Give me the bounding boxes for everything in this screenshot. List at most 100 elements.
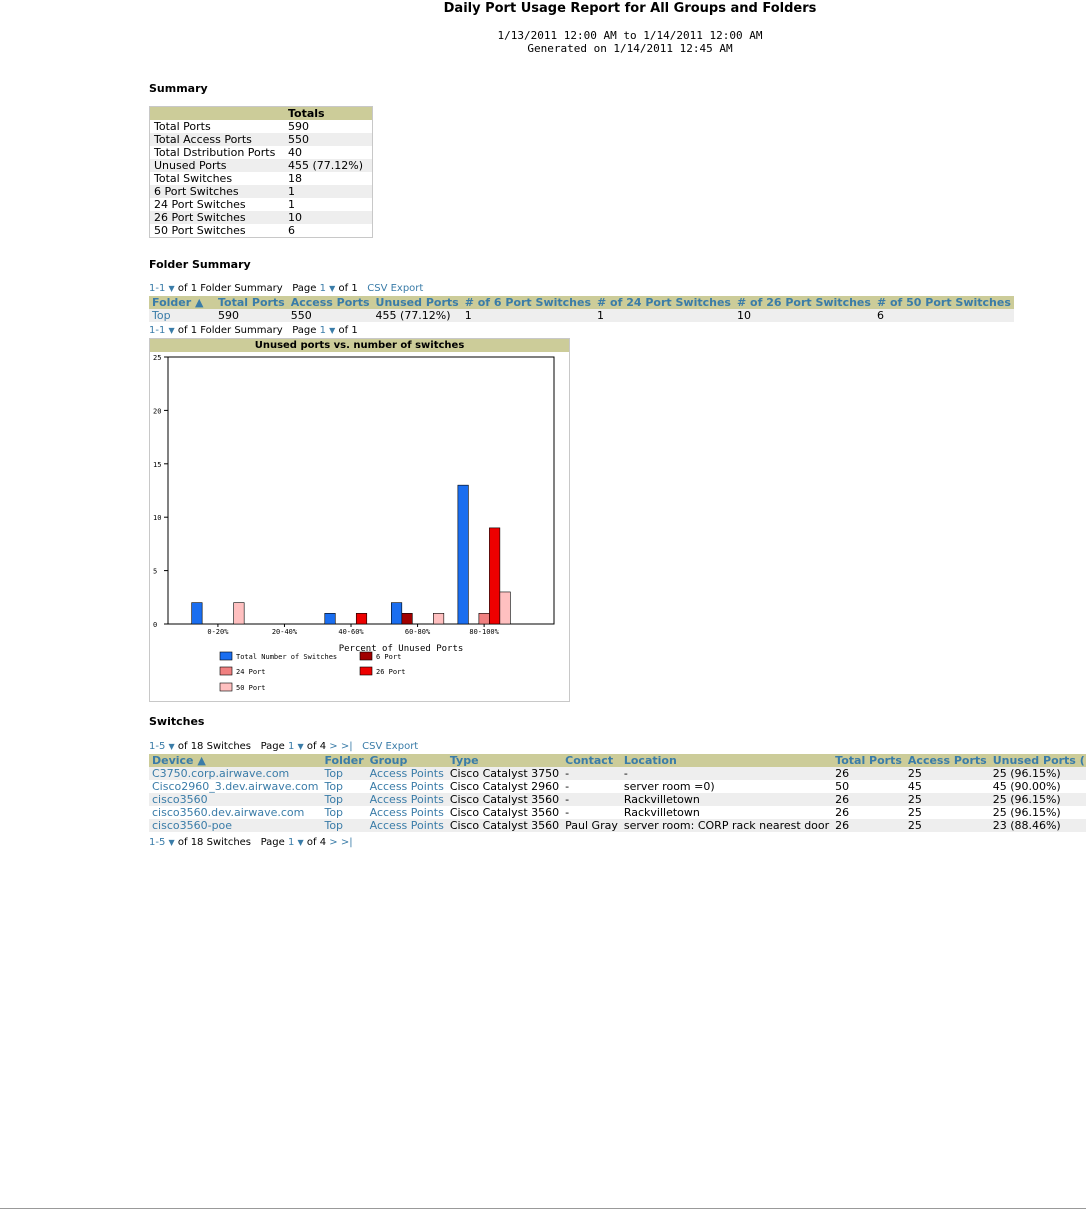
folder-col-header[interactable]: # of 26 Port Switches bbox=[733, 296, 874, 309]
legend-swatch bbox=[359, 666, 373, 676]
switch-row: cisco3560 Top Access Points Cisco Catalyst … bbox=[149, 793, 1086, 806]
folder-range-select[interactable]: 1-1 ▼ bbox=[149, 283, 175, 294]
summary-label: Total Access Ports bbox=[149, 133, 284, 146]
summary-row: Total Switches 18 bbox=[150, 172, 373, 185]
folder-col-header[interactable]: # of 50 Port Switches bbox=[873, 296, 1014, 309]
folder-link[interactable]: Top bbox=[149, 309, 215, 322]
x-tick-label: 60-80% bbox=[405, 628, 431, 636]
folder-col-header[interactable]: Access Ports bbox=[287, 296, 373, 309]
bar bbox=[355, 613, 368, 625]
folder-col-header[interactable]: Unused Ports bbox=[372, 296, 462, 309]
folder-cell: 550 bbox=[287, 309, 373, 322]
summary-row: 24 Port Switches 1 bbox=[150, 198, 373, 211]
device-link[interactable]: cisco3560 bbox=[149, 793, 322, 806]
switches-range-select[interactable]: 1-5 ▼ bbox=[149, 741, 175, 752]
summary-row: Unused Ports 455 (77.12%) bbox=[149, 159, 373, 172]
folder-cell: 590 bbox=[215, 309, 288, 322]
summary-value: 455 (77.12%) bbox=[284, 159, 373, 172]
switches-col-header[interactable]: Location bbox=[620, 754, 833, 767]
legend-swatch bbox=[219, 651, 233, 661]
summary-label: Total Switches bbox=[154, 172, 233, 185]
switches-col-header[interactable]: Type bbox=[446, 754, 563, 767]
legend-label: 26 Port bbox=[376, 668, 406, 676]
bar bbox=[401, 613, 413, 625]
x-tick-label: 0-20% bbox=[207, 628, 229, 636]
access-ports-cell: 25 bbox=[904, 793, 990, 806]
contact-cell: - bbox=[562, 793, 621, 806]
folder-of-text-bottom: of 1 Folder Summary bbox=[177, 325, 283, 336]
bar bbox=[391, 602, 403, 625]
switches-range-select-bottom[interactable]: 1-5 ▼ bbox=[149, 837, 175, 848]
switches-col-header[interactable]: Group bbox=[366, 754, 447, 767]
switch-row: cisco3560-poe Top Access Points Cisco Catal… bbox=[149, 819, 1086, 832]
group-link[interactable]: Access Points bbox=[366, 767, 447, 780]
access-ports-cell: 25 bbox=[907, 806, 922, 819]
folder-page-select-bottom[interactable]: 1 ▼ bbox=[320, 325, 336, 336]
triangle-down-icon: ▼ bbox=[329, 326, 336, 335]
switches-col-header[interactable]: Access Ports bbox=[904, 754, 990, 767]
switches-next-link[interactable]: > bbox=[329, 741, 337, 752]
folder-link[interactable]: Top bbox=[321, 767, 367, 780]
y-tick-label: 25 bbox=[153, 354, 161, 362]
bar bbox=[478, 613, 490, 625]
summary-row: 26 Port Switches 10 bbox=[149, 211, 373, 224]
group-link[interactable]: Access Points bbox=[367, 780, 447, 793]
device-link[interactable]: cisco3560-poe bbox=[149, 819, 322, 832]
summary-value: 590 bbox=[288, 120, 309, 133]
summary-label: Total Ports bbox=[154, 120, 211, 133]
device-link[interactable]: C3750.corp.airwave.com bbox=[149, 767, 322, 780]
switches-col-header[interactable]: Total Ports bbox=[832, 754, 905, 767]
folder-col-header[interactable]: Total Ports bbox=[215, 296, 288, 309]
folder-link[interactable]: Top bbox=[321, 793, 367, 806]
summary-value: 40 bbox=[288, 146, 302, 159]
summary-row: 6 Port Switches 1 bbox=[149, 185, 373, 198]
contact-cell: - bbox=[565, 780, 570, 793]
folder-col-header[interactable]: Folder ▲ bbox=[149, 296, 215, 309]
switches-heading: Switches bbox=[149, 715, 205, 728]
legend-label: Total Number of Switches bbox=[236, 653, 337, 661]
switches-col-header[interactable]: Contact bbox=[562, 754, 621, 767]
device-link[interactable]: Cisco2960_3.dev.airwave.com bbox=[149, 780, 321, 793]
folder-range-select-bottom[interactable]: 1-1 ▼ bbox=[149, 325, 175, 336]
switches-page-select[interactable]: 1 ▼ bbox=[288, 741, 304, 752]
folder-csv-export-link[interactable]: CSV Export bbox=[367, 283, 423, 294]
summary-row: 50 Port Switches 6 bbox=[150, 224, 373, 238]
folder-col-header[interactable]: # of 24 Port Switches bbox=[594, 296, 734, 309]
switches-next-link-bottom[interactable]: > bbox=[329, 837, 337, 848]
switches-col-header[interactable]: Device ▲ bbox=[149, 754, 322, 767]
switches-last-link[interactable]: >| bbox=[341, 741, 353, 752]
bar bbox=[191, 602, 203, 625]
group-link[interactable]: Access Points bbox=[366, 819, 447, 832]
device-link[interactable]: cisco3560.dev.airwave.com bbox=[149, 806, 321, 819]
summary-value: 1 bbox=[284, 185, 373, 198]
summary-row: Total Dstribution Ports 40 bbox=[150, 146, 373, 159]
switches-page-select-bottom[interactable]: 1 ▼ bbox=[288, 837, 304, 848]
folder-page-of-bottom: of 1 bbox=[338, 325, 358, 336]
folder-of-text: of 1 Folder Summary bbox=[177, 283, 283, 294]
summary-value: 10 bbox=[284, 211, 373, 224]
chart-title: Unused ports vs. number of switches bbox=[150, 339, 569, 352]
contact-cell: - bbox=[565, 806, 570, 819]
folder-pager-top: 1-1 ▼ of 1 Folder Summary Page 1 ▼ of 1 … bbox=[149, 283, 423, 294]
folder-cell: 1 bbox=[461, 309, 594, 322]
triangle-down-icon: ▼ bbox=[168, 838, 175, 847]
switches-csv-export-link[interactable]: CSV Export bbox=[362, 741, 418, 752]
folder-page-select[interactable]: 1 ▼ bbox=[320, 283, 336, 294]
folder-link[interactable]: Top bbox=[321, 806, 366, 819]
folder-col-header[interactable]: # of 6 Port Switches bbox=[461, 296, 594, 309]
switches-page-label: Page bbox=[260, 741, 285, 752]
group-link[interactable]: Access Points bbox=[367, 806, 447, 819]
folder-link[interactable]: Top bbox=[321, 819, 367, 832]
switches-page-of: of 4 bbox=[306, 741, 327, 752]
switches-col-header[interactable]: Unused Ports ( bbox=[989, 754, 1086, 767]
group-link[interactable]: Access Points bbox=[366, 793, 447, 806]
y-tick-label: 10 bbox=[153, 514, 161, 522]
x-tick-label: 20-40% bbox=[272, 628, 298, 636]
chart-svg: 0 5 10 15 20 25 0-20% 20-40% 40-60% 60-80% 80-100%… bbox=[153, 354, 555, 692]
folder-cell: 6 bbox=[873, 309, 1014, 322]
switches-col-header[interactable]: Folder bbox=[321, 754, 367, 767]
folder-link[interactable]: Top bbox=[321, 780, 366, 793]
switches-last-link-bottom[interactable]: >| bbox=[341, 837, 353, 848]
triangle-down-icon: ▼ bbox=[168, 326, 175, 335]
folder-page-of: of 1 bbox=[338, 283, 358, 294]
